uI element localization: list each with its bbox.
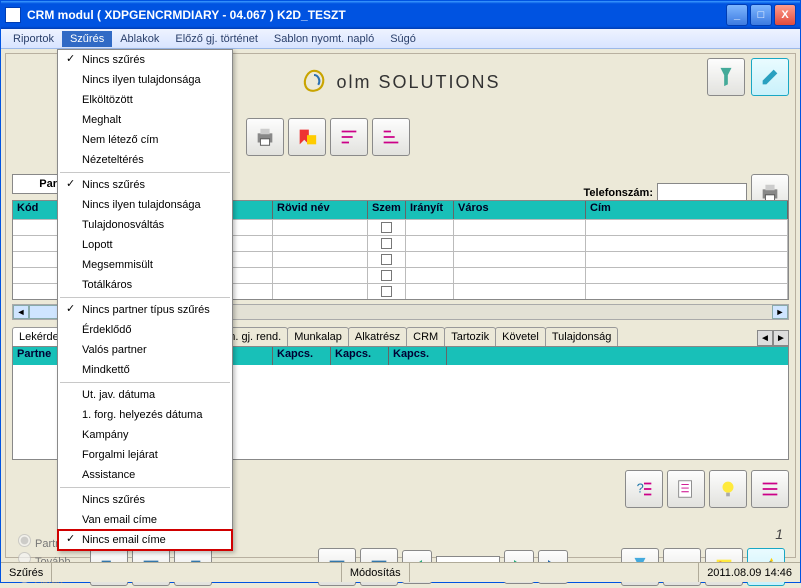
tab-tulajdonsag[interactable]: Tulajdonság <box>545 327 619 346</box>
idea-button[interactable] <box>709 470 747 508</box>
tab-munkalap[interactable]: Munkalap <box>287 327 349 346</box>
edit-button[interactable] <box>751 58 789 96</box>
mark-button[interactable] <box>288 118 326 156</box>
logo-brand: SOLUTIONS <box>379 72 501 92</box>
col-szem[interactable]: Szem <box>368 201 406 219</box>
menu-ablakok[interactable]: Ablakok <box>112 31 167 47</box>
row-checkbox[interactable] <box>381 286 392 297</box>
dd-nincs-szures-1[interactable]: Nincs szűrés <box>58 50 232 70</box>
logo-prefix: olm <box>336 72 371 92</box>
dd-separator <box>60 382 230 383</box>
menu-riportok[interactable]: Riportok <box>5 31 62 47</box>
dd-elkoltozott[interactable]: Elköltözött <box>58 90 232 110</box>
dd-erdeklodo[interactable]: Érdeklődő <box>58 320 232 340</box>
dd-nincs-szures-2[interactable]: Nincs szűrés <box>58 175 232 195</box>
maximize-button[interactable]: □ <box>750 4 772 26</box>
dd-forgalmi-lejarat[interactable]: Forgalmi lejárat <box>58 445 232 465</box>
print-button-1[interactable] <box>246 118 284 156</box>
menu-elozo[interactable]: Előző gj. történet <box>167 31 266 47</box>
dd-separator <box>60 297 230 298</box>
help-list-button[interactable]: ? <box>625 470 663 508</box>
list-button[interactable] <box>751 470 789 508</box>
dd-nincs-partner-tipus[interactable]: Nincs partner típus szűrés <box>58 300 232 320</box>
app-icon <box>5 7 21 23</box>
status-left: Szűrés <box>1 563 52 582</box>
status-date: 2011.08.09 14:46 <box>699 563 800 582</box>
svg-text:?: ? <box>637 481 644 496</box>
col-rovid[interactable]: Rövid név <box>273 201 368 219</box>
dd-van-email[interactable]: Van email címe <box>58 510 232 530</box>
list-doc-button[interactable] <box>667 470 705 508</box>
statusbar: Szűrés Módosítás 2011.08.09 14:46 <box>1 562 800 582</box>
row-checkbox[interactable] <box>381 254 392 265</box>
col-cim[interactable]: Cím <box>586 201 788 219</box>
window-title: CRM modul ( XDPGENCRMDIARY - 04.067 ) K2… <box>27 8 726 22</box>
tab-scroll-left-icon[interactable]: ◄ <box>757 330 773 346</box>
dd-nezetelteres[interactable]: Nézeteltérés <box>58 150 232 170</box>
row-checkbox[interactable] <box>381 270 392 281</box>
dd-lopott[interactable]: Lopott <box>58 235 232 255</box>
tab-kovetel[interactable]: Követel <box>495 327 546 346</box>
dd-valos-partner[interactable]: Valós partner <box>58 340 232 360</box>
record-count: 1 <box>775 526 783 542</box>
dd-nem-letezo[interactable]: Nem létező cím <box>58 130 232 150</box>
tab-alkatresz[interactable]: Alkatrész <box>348 327 407 346</box>
dd-separator <box>60 487 230 488</box>
menu-sablon[interactable]: Sablon nyomt. napló <box>266 31 382 47</box>
filter-wizard-button[interactable] <box>707 58 745 96</box>
row-checkbox[interactable] <box>381 238 392 249</box>
window-titlebar: CRM modul ( XDPGENCRMDIARY - 04.067 ) K2… <box>1 1 800 29</box>
dd-nincs-ilyen-2[interactable]: Nincs ilyen tulajdonsága <box>58 195 232 215</box>
dd-totalkaros[interactable]: Totálkáros <box>58 275 232 295</box>
col-varos[interactable]: Város <box>454 201 586 219</box>
sort-desc-button[interactable] <box>372 118 410 156</box>
col-kapcs2[interactable]: Kapcs. <box>331 347 389 365</box>
menubar: Riportok Szűrés Ablakok Előző gj. történ… <box>1 29 800 49</box>
sort-asc-button[interactable] <box>330 118 368 156</box>
tab-crm[interactable]: CRM <box>406 327 445 346</box>
szures-dropdown: Nincs szűrés Nincs ilyen tulajdonsága El… <box>57 49 233 551</box>
brand-logo: olm SOLUTIONS <box>300 68 500 96</box>
scroll-left-icon[interactable]: ◄ <box>13 305 29 319</box>
col-kapcs1[interactable]: Kapcs. <box>273 347 331 365</box>
scroll-right-icon[interactable]: ► <box>772 305 788 319</box>
close-button[interactable]: X <box>774 4 796 26</box>
dd-forg-helyezes[interactable]: 1. forg. helyezés dátuma <box>58 405 232 425</box>
dd-kampany[interactable]: Kampány <box>58 425 232 445</box>
dd-ut-jav[interactable]: Ut. jav. dátuma <box>58 385 232 405</box>
dd-mindketto[interactable]: Mindkettő <box>58 360 232 380</box>
menu-szures[interactable]: Szűrés <box>62 31 112 47</box>
phone-label: Telefonszám: <box>584 187 653 199</box>
dd-nincs-ilyen-1[interactable]: Nincs ilyen tulajdonsága <box>58 70 232 90</box>
menu-sugo[interactable]: Súgó <box>382 31 424 47</box>
status-mid: Módosítás <box>342 563 410 582</box>
dd-meghalt[interactable]: Meghalt <box>58 110 232 130</box>
dd-megsemmisult[interactable]: Megsemmisült <box>58 255 232 275</box>
logo-swirl-icon <box>300 68 328 96</box>
minimize-button[interactable]: _ <box>726 4 748 26</box>
dd-nincs-email[interactable]: Nincs email címe <box>58 530 232 550</box>
col-iran[interactable]: Irányít <box>406 201 454 219</box>
tab-tartozik[interactable]: Tartozik <box>444 327 496 346</box>
dd-tulajdonosvaltas[interactable]: Tulajdonosváltás <box>58 215 232 235</box>
dd-assistance[interactable]: Assistance <box>58 465 232 485</box>
row-checkbox[interactable] <box>381 222 392 233</box>
tab-scroll-right-icon[interactable]: ► <box>773 330 789 346</box>
col-kapcs3[interactable]: Kapcs. <box>389 347 447 365</box>
dd-separator <box>60 172 230 173</box>
dd-nincs-szures-3[interactable]: Nincs szűrés <box>58 490 232 510</box>
